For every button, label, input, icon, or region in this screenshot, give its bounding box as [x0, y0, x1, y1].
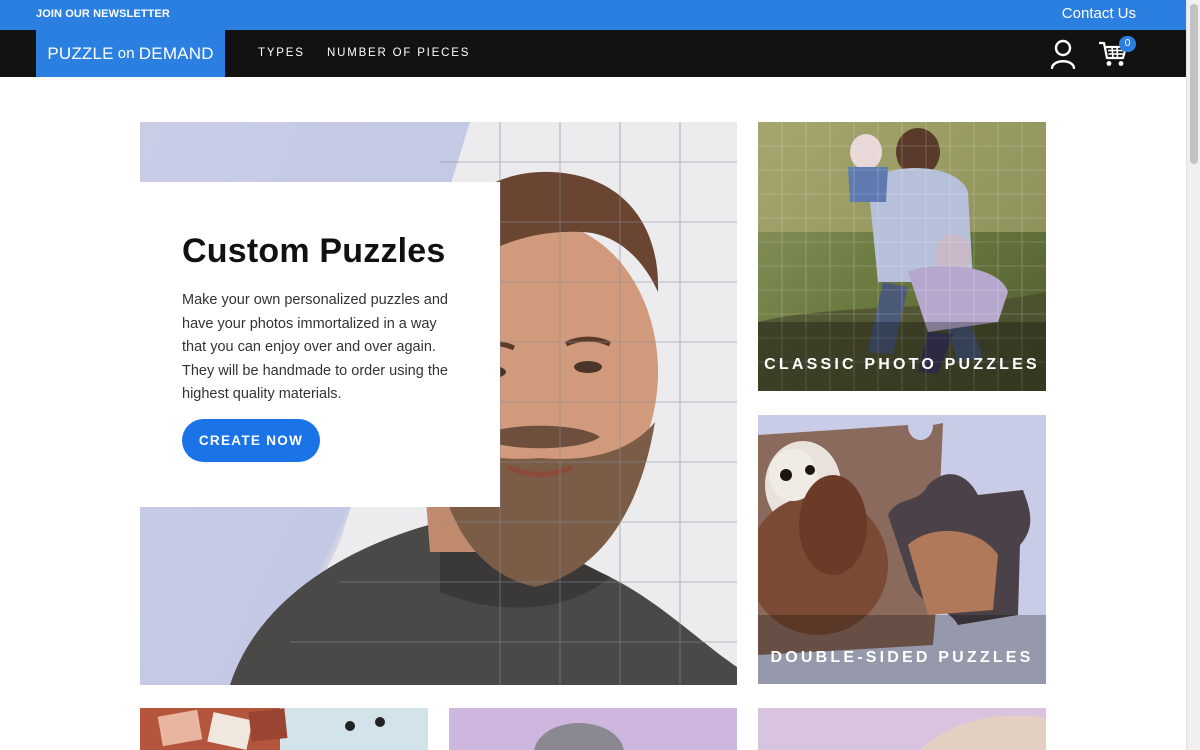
logo-word-demand: DEMAND: [138, 43, 214, 63]
tile-bottom-middle[interactable]: [449, 708, 737, 750]
logo-word-puzzle: PUZZLE: [47, 43, 114, 63]
tile-classic-photo-puzzles[interactable]: CLASSIC PHOTO PUZZLES: [758, 122, 1046, 391]
tile-bottom-right[interactable]: [758, 708, 1046, 750]
tile-classic-label: CLASSIC PHOTO PUZZLES: [764, 356, 1040, 373]
nav-number-of-pieces[interactable]: NUMBER OF PIECES: [327, 47, 470, 59]
site-logo[interactable]: PUZZLE on DEMAND: [36, 30, 225, 77]
contact-us-link[interactable]: Contact Us: [1062, 5, 1136, 22]
create-now-button[interactable]: CREATE NOW: [182, 419, 320, 462]
main-nav: PUZZLE on DEMAND TYPES NUMBER OF PIECES …: [0, 30, 1186, 77]
page-scrollbar[interactable]: [1186, 0, 1200, 750]
classic-puzzle-image: [758, 122, 1046, 391]
newsletter-link[interactable]: JOIN OUR NEWSLETTER: [36, 8, 170, 20]
top-bar: JOIN OUR NEWSLETTER Contact Us: [0, 0, 1186, 30]
bottom-right-tile-image: [758, 708, 1046, 750]
bottom-middle-tile-image: [449, 708, 737, 750]
tile-double-sided-puzzles[interactable]: DOUBLE-SIDED PUZZLES: [758, 415, 1046, 684]
hero-card: Custom Puzzles Make your own personalize…: [140, 182, 500, 507]
custom-puzzles-hero: Custom Puzzles Make your own personalize…: [140, 122, 737, 685]
user-icon[interactable]: [1049, 39, 1077, 69]
hero-title: Custom Puzzles: [182, 232, 446, 270]
nav-types[interactable]: TYPES: [258, 47, 305, 59]
hero-description: Make your own personalized puzzles and h…: [182, 292, 448, 403]
double-sided-puzzle-image: [758, 415, 1046, 684]
logo-word-on: on: [117, 45, 135, 62]
tile-bottom-left[interactable]: [140, 708, 428, 750]
cart-count-badge[interactable]: 0: [1119, 36, 1136, 52]
tile-double-label: DOUBLE-SIDED PUZZLES: [770, 649, 1034, 666]
bottom-left-tile-image: [140, 708, 428, 750]
scroll-thumb[interactable]: [1190, 4, 1198, 164]
